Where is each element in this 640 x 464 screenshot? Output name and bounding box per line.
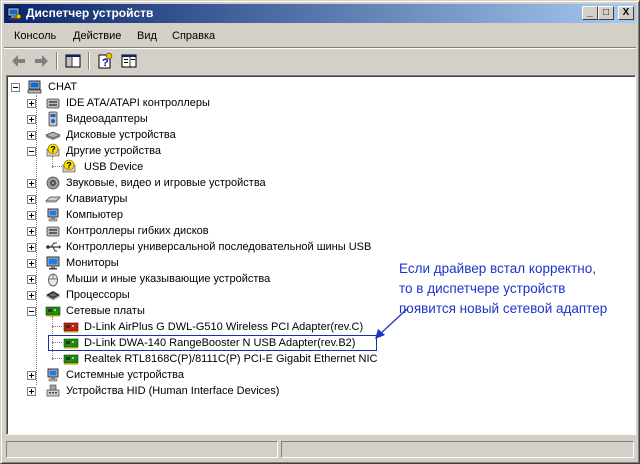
menu-view[interactable]: Вид bbox=[137, 30, 157, 42]
maximize-button[interactable]: □ bbox=[598, 6, 614, 20]
network-card-icon bbox=[45, 306, 61, 317]
expand-toggle[interactable] bbox=[27, 99, 36, 108]
window-title: Диспетчер устройств bbox=[26, 6, 154, 20]
toolbar-separator bbox=[88, 52, 90, 70]
toolbar-separator bbox=[56, 52, 58, 70]
expand-toggle[interactable] bbox=[27, 195, 36, 204]
toolbar: ? bbox=[4, 49, 636, 73]
minimize-button[interactable]: _ bbox=[582, 6, 598, 20]
hid-icon bbox=[46, 384, 60, 397]
tree-line bbox=[52, 326, 62, 328]
tree-root-label: CHAT bbox=[48, 81, 78, 93]
system-device-icon bbox=[47, 368, 59, 382]
monitor-icon bbox=[46, 256, 60, 270]
menu-bar: Консоль Действие Вид Справка bbox=[4, 25, 636, 48]
expand-toggle[interactable] bbox=[27, 131, 36, 140]
collapse-toggle[interactable] bbox=[27, 307, 36, 316]
expand-toggle[interactable] bbox=[27, 259, 36, 268]
network-card-icon bbox=[63, 322, 79, 333]
expand-toggle[interactable] bbox=[27, 211, 36, 220]
keyboard-icon bbox=[45, 196, 61, 203]
tree-line bbox=[36, 95, 38, 385]
svg-text:?: ? bbox=[50, 145, 56, 155]
speaker-icon bbox=[46, 176, 60, 190]
show-hide-tree-icon[interactable] bbox=[62, 52, 84, 70]
collapse-toggle[interactable] bbox=[27, 147, 36, 156]
ide-controller-icon bbox=[46, 98, 60, 109]
highlight-box bbox=[48, 335, 377, 351]
unknown-device-icon: ? bbox=[62, 159, 76, 173]
title-bar[interactable]: Диспетчер устройств _ □ X bbox=[4, 4, 636, 23]
back-arrow-icon[interactable] bbox=[8, 52, 30, 70]
network-card-icon bbox=[63, 354, 79, 365]
status-bar bbox=[4, 439, 636, 459]
expand-toggle[interactable] bbox=[27, 115, 36, 124]
properties-icon[interactable]: ? bbox=[94, 52, 116, 70]
mouse-icon bbox=[48, 273, 58, 287]
expand-toggle[interactable] bbox=[27, 291, 36, 300]
expand-toggle[interactable] bbox=[27, 243, 36, 252]
device-manager-window: Диспетчер устройств _ □ X Консоль Действ… bbox=[0, 0, 640, 464]
display-adapter-icon bbox=[48, 111, 58, 127]
expand-toggle[interactable] bbox=[27, 275, 36, 284]
close-button[interactable]: X bbox=[618, 6, 634, 20]
cpu-icon bbox=[45, 291, 61, 301]
expand-toggle[interactable] bbox=[27, 371, 36, 380]
collapse-toggle[interactable] bbox=[11, 83, 20, 92]
expand-toggle[interactable] bbox=[27, 227, 36, 236]
floppy-controller-icon bbox=[46, 226, 60, 237]
device-tree[interactable]: CHAT IDE ATA/ATAPI контроллеры Видеоадап… bbox=[6, 75, 636, 435]
tree-line bbox=[52, 358, 62, 360]
menu-console[interactable]: Консоль bbox=[14, 30, 56, 42]
computer-icon bbox=[47, 208, 59, 222]
forward-arrow-icon[interactable] bbox=[30, 52, 52, 70]
menu-help[interactable]: Справка bbox=[172, 30, 215, 42]
annotation-line: то в диспетчере устройств bbox=[399, 281, 566, 296]
computer-icon bbox=[27, 80, 42, 94]
annotation-line: появится новый сетевой адаптер bbox=[399, 301, 608, 316]
annotation-text: Если драйвер встал корректно, то в диспе… bbox=[399, 259, 639, 319]
status-cell bbox=[6, 441, 278, 458]
status-cell bbox=[281, 441, 634, 458]
unknown-device-icon: ? bbox=[46, 143, 60, 157]
usb-icon bbox=[46, 242, 61, 252]
menu-action[interactable]: Действие bbox=[73, 30, 121, 42]
svg-text:?: ? bbox=[66, 161, 72, 171]
disk-drive-icon bbox=[45, 131, 61, 140]
expand-toggle[interactable] bbox=[27, 179, 36, 188]
expand-toggle[interactable] bbox=[27, 387, 36, 396]
scan-hardware-icon[interactable] bbox=[118, 52, 140, 70]
device-manager-icon bbox=[7, 7, 22, 20]
annotation-line: Если драйвер встал корректно, bbox=[399, 261, 596, 276]
